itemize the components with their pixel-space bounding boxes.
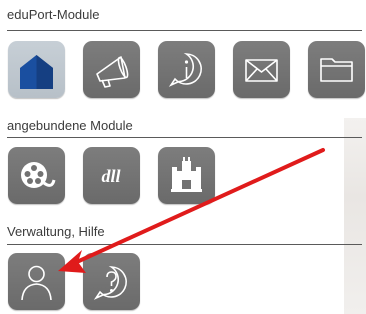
home-module-tile[interactable] [8,41,65,98]
megaphone-icon [96,56,129,88]
home-icon [20,55,53,89]
background-photo [344,118,366,314]
castle-icon [171,157,202,192]
film-reel-icon [21,162,56,188]
envelope-icon [245,59,278,82]
user-icon [21,265,52,301]
info-icon [168,53,202,87]
section-title: angebundene Module [7,118,133,133]
section-divider [7,244,362,245]
messages-module-tile[interactable] [233,41,290,98]
section-divider [7,137,362,138]
info-module-tile[interactable] [158,41,215,98]
folder-icon [320,58,353,82]
dll-logo-icon: dll [101,166,120,186]
user-admin-tile[interactable] [8,253,65,310]
files-module-tile[interactable] [308,41,365,98]
city-module-tile[interactable] [158,147,215,204]
help-tile[interactable] [83,253,140,310]
help-icon [93,266,127,300]
media-module-tile[interactable] [8,147,65,204]
dll-module-tile[interactable]: dll [83,147,140,204]
dll-logo-text: dll [101,166,120,186]
section-divider [7,30,362,31]
section-title: eduPort-Module [7,7,100,22]
section-title: Verwaltung, Hilfe [7,224,105,239]
announcements-module-tile[interactable] [83,41,140,98]
